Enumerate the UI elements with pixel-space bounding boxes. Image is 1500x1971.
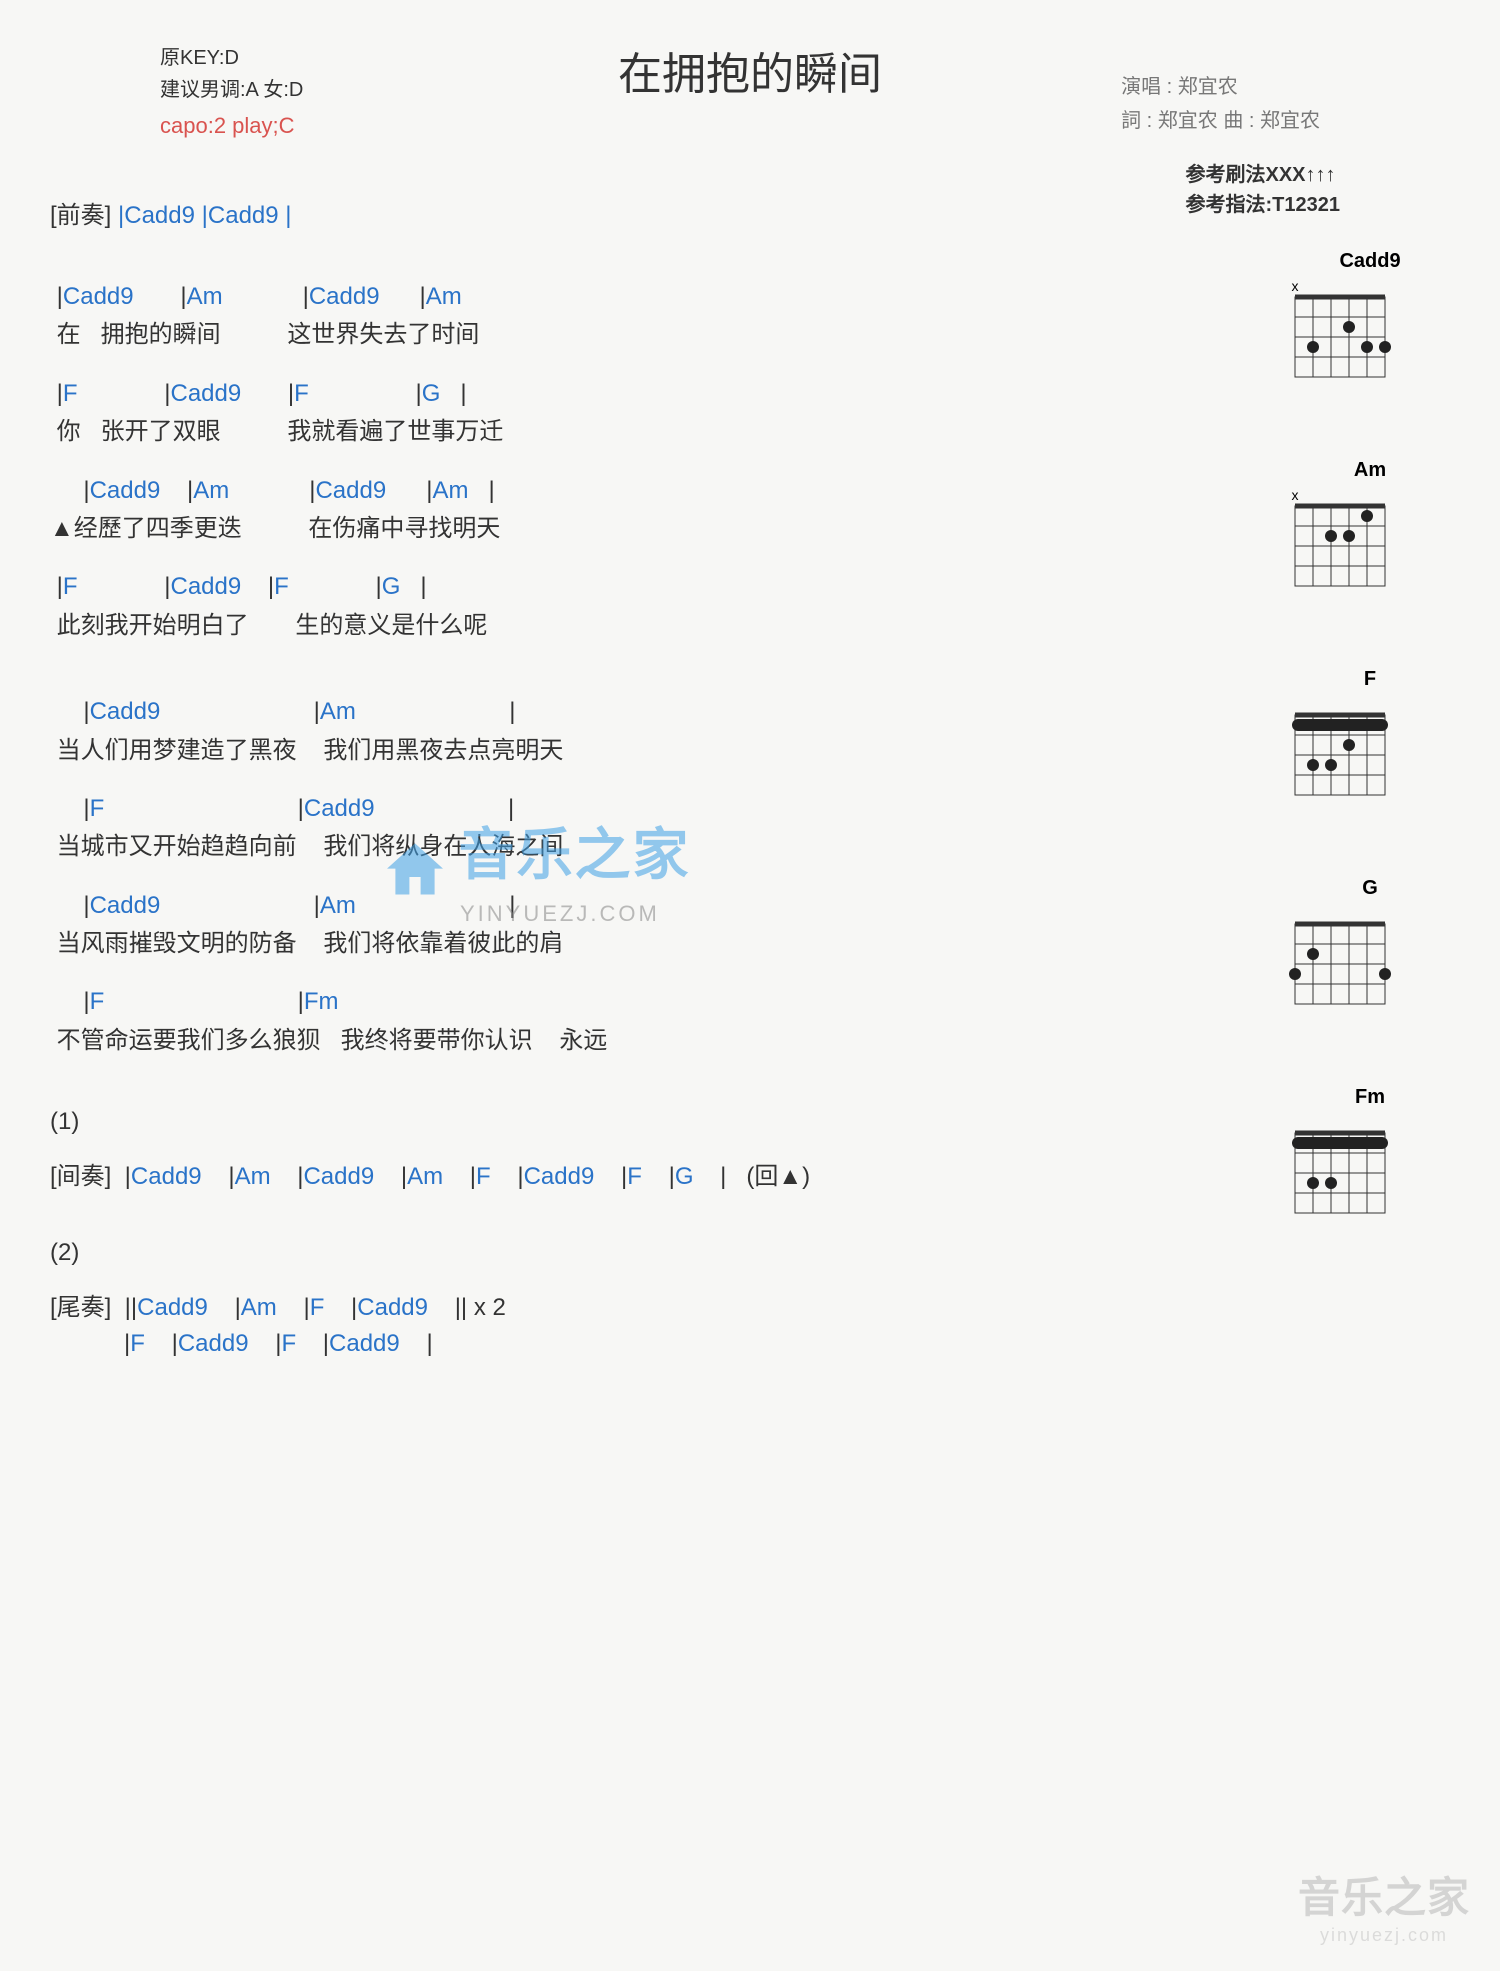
- singer: 演唱 : 郑宜农: [1121, 70, 1320, 104]
- verse1-line2: |F |Cadd9 |F |G | 你 张开了双眼 我就看遍了世事万迁: [50, 375, 1220, 452]
- watermark-corner: 音乐之家 yinyuezj.com: [1298, 1864, 1470, 1946]
- key-info-block: 原KEY:D 建议男调:A 女:D capo:2 play;C: [160, 42, 303, 143]
- chord-diagram-g: G: [1280, 877, 1460, 1016]
- original-key: 原KEY:D: [160, 42, 303, 74]
- capo-info: capo:2 play;C: [160, 108, 303, 143]
- lyric: ▲经歷了四季更迭 在伤痛中寻找明天: [50, 510, 1220, 548]
- interlude-label: [间奏]: [50, 1163, 111, 1190]
- verse1-line3: |Cadd9 |Am |Cadd9 |Am | ▲经歷了四季更迭 在伤痛中寻找明…: [50, 472, 1220, 549]
- verse1-line1: |Cadd9 |Am |Cadd9 |Am 在 拥抱的瞬间 这世界失去了时间: [50, 278, 1220, 355]
- interlude-line: [间奏] |Cadd9 |Am |Cadd9 |Am |F |Cadd9 |F …: [50, 1156, 1220, 1191]
- outro-line-2: |F |Cadd9 |F |Cadd9 |: [50, 1330, 1220, 1358]
- watermark-corner-url: yinyuezj.com: [1298, 1925, 1470, 1946]
- section-num-2: (2): [50, 1239, 1220, 1267]
- sheet-content: [前奏] |Cadd9 |Cadd9 | |Cadd9 |Am |Cadd9 |…: [40, 180, 1460, 1358]
- intro-chords: |Cadd9 |Cadd9 |: [118, 202, 292, 229]
- lyric: 此刻我开始明白了 生的意义是什么呢: [50, 607, 1220, 645]
- lyric: 当城市又开始趋趋向前 我们将纵身在人海之间: [50, 828, 1220, 866]
- svg-text:x: x: [1292, 279, 1299, 294]
- credits: 詞 : 郑宜农 曲 : 郑宜农: [1121, 104, 1320, 138]
- lyric: 在 拥抱的瞬间 这世界失去了时间: [50, 316, 1220, 354]
- outro-line-1: [尾奏] ||Cadd9 |Am |F |Cadd9 || x 2: [50, 1287, 1220, 1322]
- lyric: 你 张开了双眼 我就看遍了世事万迁: [50, 413, 1220, 451]
- chorus-line4: |F |Fm 不管命运要我们多么狼狈 我终将要带你认识 永远: [50, 983, 1220, 1060]
- watermark-corner-name: 音乐之家: [1298, 1864, 1470, 1925]
- chorus-line1: |Cadd9 |Am | 当人们用梦建造了黑夜 我们用黑夜去点亮明天: [50, 693, 1220, 770]
- play-info: 参考刷法XXX↑↑↑ 参考指法:T12321: [1186, 160, 1341, 220]
- lyric: 不管命运要我们多么狼狈 我终将要带你认识 永远: [50, 1022, 1220, 1060]
- finger-pattern: 参考指法:T12321: [1186, 190, 1341, 220]
- fretboard-icon: x: [1280, 279, 1400, 389]
- chord-diagram-cadd9: Cadd9 x: [1280, 250, 1460, 389]
- chorus-line2: |F |Cadd9 | 当城市又开始趋趋向前 我们将纵身在人海之间: [50, 790, 1220, 867]
- chord-diagram-f: F: [1280, 668, 1460, 807]
- strum-pattern: 参考刷法XXX↑↑↑: [1186, 160, 1341, 190]
- lyric: 当风雨摧毁文明的防备 我们将依靠着彼此的肩: [50, 925, 1220, 963]
- intro-line: [前奏] |Cadd9 |Cadd9 |: [50, 195, 1220, 230]
- chord-diagram-am: Am x: [1280, 459, 1460, 598]
- lyric: 当人们用梦建造了黑夜 我们用黑夜去点亮明天: [50, 732, 1220, 770]
- credits-block: 演唱 : 郑宜农 詞 : 郑宜农 曲 : 郑宜农: [1121, 70, 1320, 138]
- fretboard-icon: [1280, 697, 1400, 807]
- header: 在拥抱的瞬间 原KEY:D 建议男调:A 女:D capo:2 play;C 演…: [40, 30, 1460, 180]
- fretboard-icon: x: [1280, 488, 1400, 598]
- verse1-line4: |F |Cadd9 |F |G | 此刻我开始明白了 生的意义是什么呢: [50, 568, 1220, 645]
- section-num-1: (1): [50, 1108, 1220, 1136]
- svg-text:x: x: [1292, 488, 1299, 503]
- fretboard-icon: [1280, 1115, 1400, 1225]
- chord-diagram-column: Cadd9 x Am x F: [1280, 250, 1460, 1295]
- chord-diagram-fm: Fm: [1280, 1086, 1460, 1225]
- outro-label: [尾奏]: [50, 1294, 111, 1321]
- suggested-key: 建议男调:A 女:D: [160, 74, 303, 106]
- fretboard-icon: [1280, 906, 1400, 1016]
- intro-label: [前奏]: [50, 202, 111, 229]
- chorus-line3: |Cadd9 |Am | 当风雨摧毁文明的防备 我们将依靠着彼此的肩: [50, 887, 1220, 964]
